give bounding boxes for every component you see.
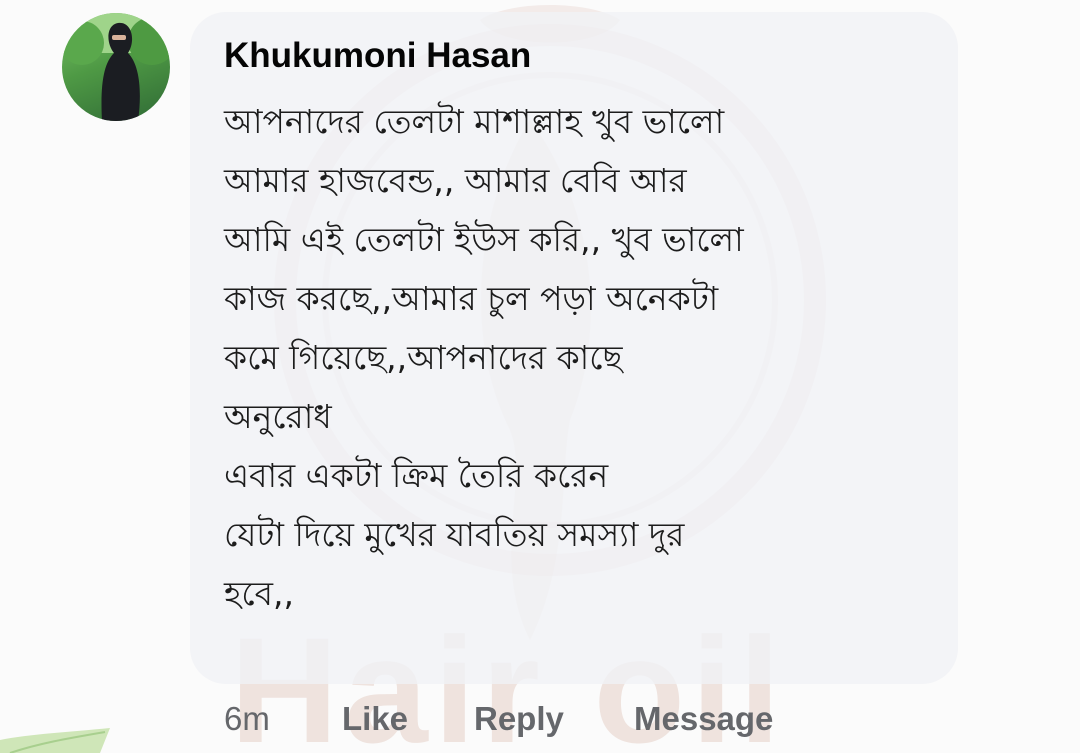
like-button[interactable]: Like xyxy=(342,700,408,738)
avatar[interactable] xyxy=(62,13,170,121)
comment-text: আপনাদের তেলটা মাশাল্লাহ খুব ভালো আমার হা… xyxy=(224,92,939,623)
comment-line: এবার একটা ক্রিম তৈরি করেন xyxy=(224,456,609,495)
comment-line: আমি এই তেলটা ইউস করি,, খুব ভালো xyxy=(224,220,744,259)
leaf-decoration-icon xyxy=(0,728,110,753)
reply-button[interactable]: Reply xyxy=(474,700,564,738)
comment-timestamp: 6m xyxy=(224,700,270,737)
comment-line: কমে গিয়েছে,,আপনাদের কাছে xyxy=(224,338,623,377)
comment-author-name[interactable]: Khukumoni Hasan xyxy=(224,34,531,78)
message-button[interactable]: Message xyxy=(634,700,773,738)
comment-line: আমার হাজবেন্ড,, আমার বেবি আর xyxy=(224,161,687,200)
profile-photo-icon xyxy=(62,13,170,121)
comment-line: কাজ করছে,,আমার চুল পড়া অনেকটা xyxy=(224,279,719,318)
comment-line: আপনাদের তেলটা মাশাল্লাহ খুব ভালো xyxy=(224,102,725,141)
comment-line: যেটা দিয়ে মুখের যাবতিয় সমস্যা দুর xyxy=(224,515,685,554)
comment-screen: Hair oil Khukumoni Hasan আপনাদের তেলটা ম… xyxy=(0,0,1080,753)
comment-line: হবে,, xyxy=(224,574,294,613)
comment-line: অনুরোধ xyxy=(224,397,332,436)
